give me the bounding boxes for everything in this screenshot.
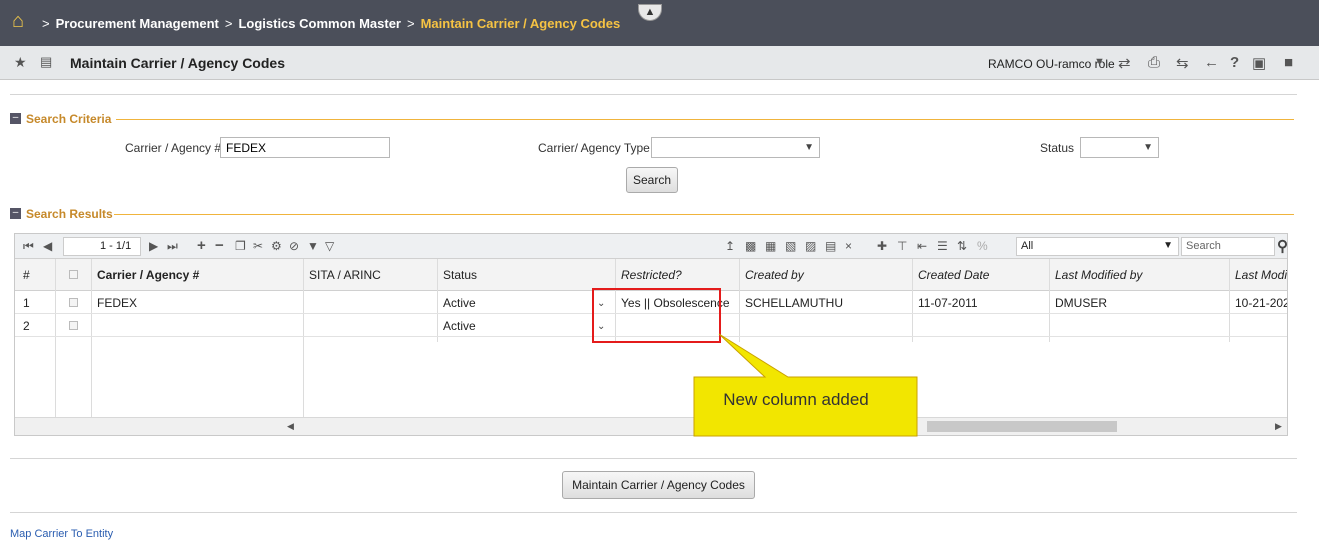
divider (10, 512, 1297, 513)
callout-text: New column added (723, 390, 869, 409)
callout-shape (693, 333, 918, 437)
maintain-carrier-codes-button[interactable]: Maintain Carrier / Agency Codes (562, 471, 755, 499)
map-carrier-link[interactable]: Map Carrier To Entity (10, 528, 113, 540)
divider (10, 458, 1297, 459)
